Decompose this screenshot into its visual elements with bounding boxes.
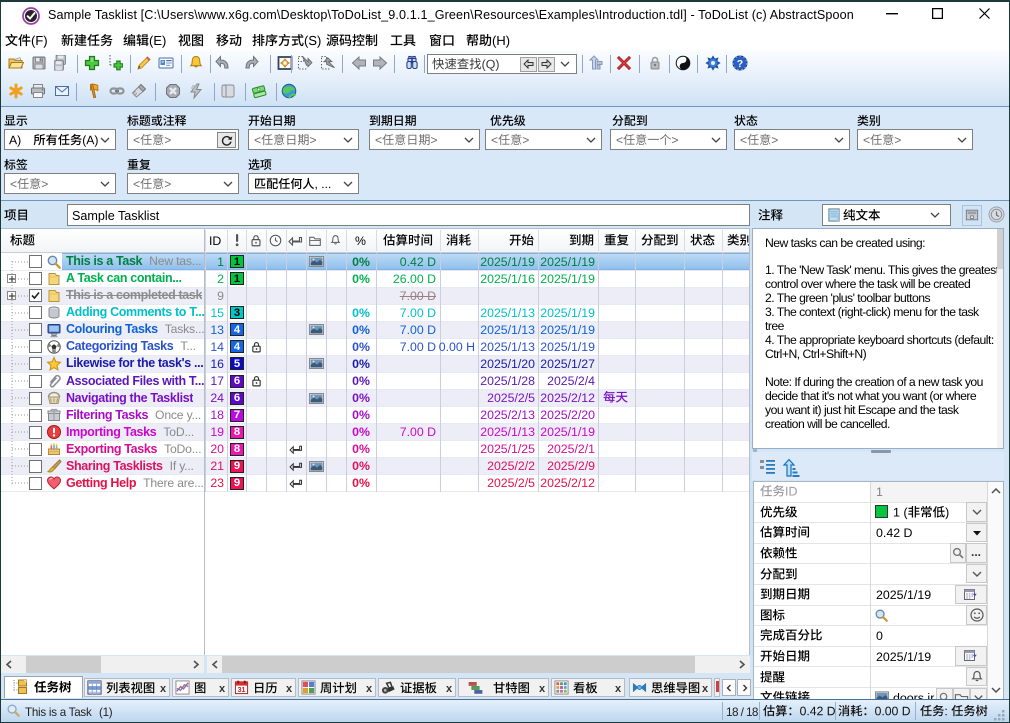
svg-text:31: 31 <box>238 687 246 694</box>
svg-text:?: ? <box>737 58 743 70</box>
